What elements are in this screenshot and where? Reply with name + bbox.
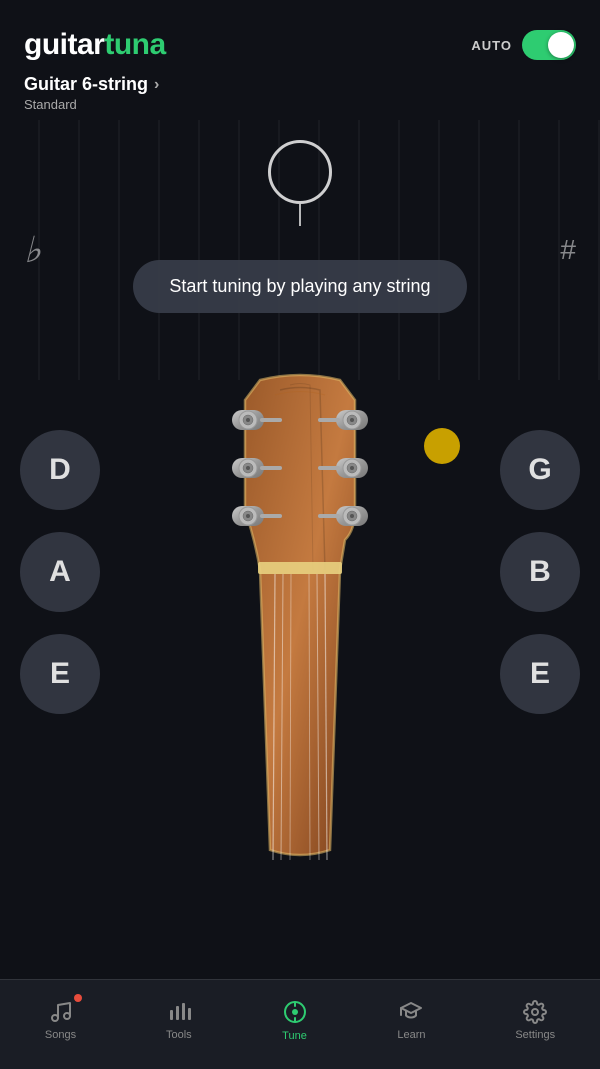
learn-icon	[399, 1000, 423, 1024]
settings-label: Settings	[515, 1029, 555, 1041]
tools-label: Tools	[166, 1029, 192, 1041]
header: guitartuna AUTO	[0, 0, 600, 74]
headstock-image	[170, 370, 430, 860]
chevron-right-icon: ›	[154, 76, 159, 94]
tuning-indicator-dot	[424, 428, 460, 464]
nav-item-learn[interactable]: Learn	[381, 992, 441, 1049]
logo-guitar-text: guitar	[24, 28, 104, 61]
string-button-g[interactable]: G	[500, 430, 580, 510]
tuning-prompt: Start tuning by playing any string	[133, 260, 466, 313]
songs-notification-dot	[74, 994, 82, 1002]
string-button-d[interactable]: D	[20, 430, 100, 510]
needle-indicator	[260, 140, 340, 240]
sub-header: Guitar 6-string › Standard	[0, 74, 600, 120]
auto-section: AUTO	[471, 30, 576, 60]
string-button-e-low[interactable]: E	[20, 634, 100, 714]
tuner-area: ♭ # Start tuning by playing any string	[0, 120, 600, 380]
songs-icon	[49, 1000, 73, 1024]
bottom-navigation: Songs Tools Tune Learn Se	[0, 979, 600, 1069]
tools-icon	[167, 1000, 191, 1024]
settings-icon	[523, 1000, 547, 1024]
string-buttons-left: D A E	[20, 430, 100, 714]
flat-symbol: ♭	[24, 229, 41, 271]
tuning-label: Standard	[24, 97, 576, 112]
app-logo: guitartuna	[24, 28, 166, 62]
nav-item-tools[interactable]: Tools	[150, 992, 208, 1049]
auto-label: AUTO	[471, 38, 512, 53]
instrument-name: Guitar 6-string	[24, 74, 148, 95]
string-button-e-high[interactable]: E	[500, 634, 580, 714]
instrument-title[interactable]: Guitar 6-string ›	[24, 74, 576, 95]
string-button-b[interactable]: B	[500, 532, 580, 612]
tune-label: Tune	[282, 1030, 307, 1042]
tune-icon	[282, 999, 308, 1025]
nav-item-songs[interactable]: Songs	[29, 992, 92, 1049]
learn-label: Learn	[397, 1029, 425, 1041]
nav-item-tune[interactable]: Tune	[266, 991, 324, 1050]
guitar-section: D A E G B E	[0, 370, 600, 860]
sharp-symbol: #	[560, 234, 576, 266]
logo-tuna-text: tuna	[104, 28, 165, 61]
string-buttons-right: G B E	[500, 430, 580, 714]
nav-item-settings[interactable]: Settings	[499, 992, 571, 1049]
needle-tip	[299, 204, 301, 226]
auto-toggle[interactable]	[522, 30, 576, 60]
string-button-a[interactable]: A	[20, 532, 100, 612]
songs-label: Songs	[45, 1029, 76, 1041]
needle-circle	[268, 140, 332, 204]
toggle-knob	[548, 32, 574, 58]
